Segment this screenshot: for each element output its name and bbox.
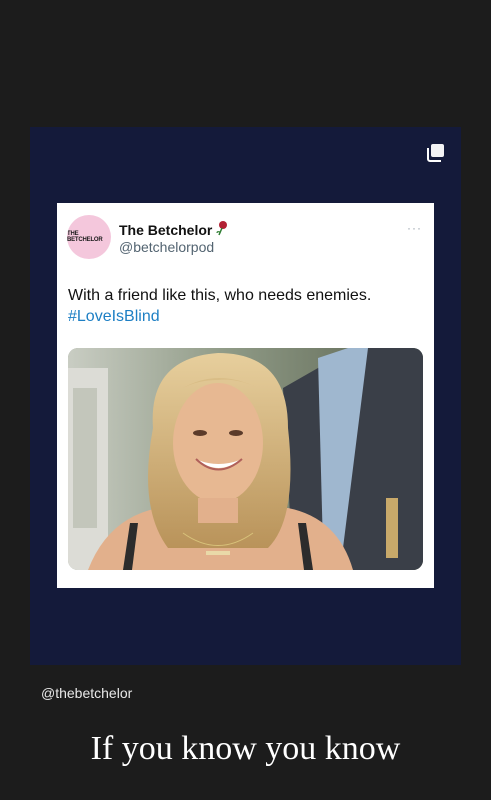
multiple-posts-icon[interactable] — [425, 143, 445, 163]
display-name[interactable]: The Betchelor — [119, 220, 229, 239]
display-name-label: The Betchelor — [119, 221, 213, 238]
tweet-photo[interactable] — [68, 348, 423, 570]
tweet-body: With a friend like this, who needs enemi… — [68, 285, 371, 327]
tweet-card[interactable]: THE BETCHELOR The Betchelor @betchelorpo… — [57, 203, 434, 588]
tweet-text: With a friend like this, who needs enemi… — [68, 287, 372, 304]
story-overlay-text: If you know you know — [90, 730, 401, 767]
more-options-icon[interactable]: ··· — [407, 221, 422, 235]
avatar[interactable]: THE BETCHELOR — [67, 215, 111, 259]
rose-icon — [215, 220, 229, 239]
avatar-logo-text: THE BETCHELOR — [67, 231, 103, 243]
hashtag-link[interactable]: #LoveIsBlind — [68, 306, 371, 327]
photo-illustration — [68, 348, 423, 570]
story-mention[interactable]: @thebetchelor — [41, 685, 132, 701]
user-handle[interactable]: @betchelorpod — [119, 239, 214, 255]
